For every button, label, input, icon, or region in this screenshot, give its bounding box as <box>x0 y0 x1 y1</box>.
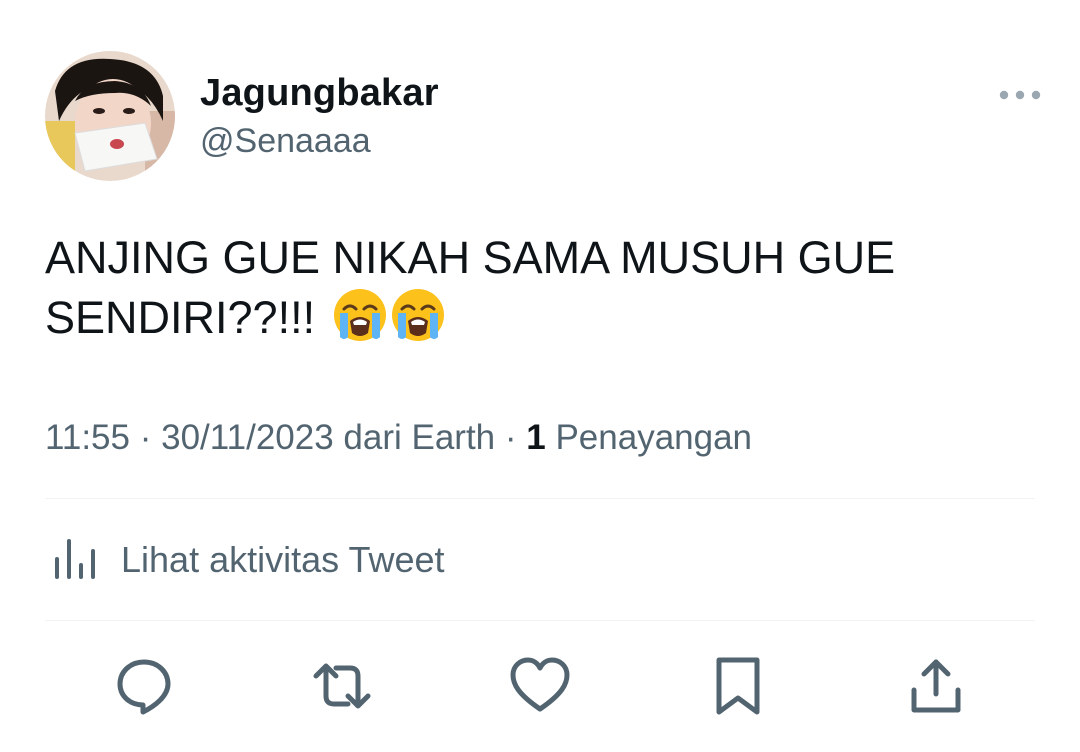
retweet-button[interactable] <box>310 654 374 718</box>
divider <box>45 620 1035 621</box>
share-icon <box>911 659 961 713</box>
loudly-crying-face-icon <box>332 287 388 357</box>
tweet-meta: 11:55 · 30/11/2023 dari Earth · 1 Penaya… <box>45 416 752 460</box>
divider <box>45 498 1035 499</box>
tweet-time[interactable]: 11:55 <box>45 418 130 457</box>
tweet-activity-label: Lihat aktivitas Tweet <box>121 539 445 580</box>
tweet-date[interactable]: 30/11/2023 <box>161 418 334 457</box>
tweet-body: ANJING GUE NIKAH SAMA MUSUH GUE SENDIRI?… <box>45 232 896 343</box>
tweet-source: dari Earth <box>333 418 496 457</box>
separator: · <box>130 418 162 457</box>
display-name[interactable]: Jagungbakar <box>200 70 439 116</box>
share-button[interactable] <box>904 654 968 718</box>
like-button[interactable] <box>508 654 572 718</box>
retweet-icon <box>313 663 371 709</box>
user-handle[interactable]: @Senaaaa <box>200 120 371 162</box>
profile-photo <box>45 51 175 181</box>
bookmark-icon <box>716 657 760 715</box>
tweet-text: ANJING GUE NIKAH SAMA MUSUH GUE SENDIRI?… <box>45 229 1035 357</box>
avatar[interactable] <box>45 51 175 181</box>
views-label: Penayangan <box>545 418 753 457</box>
more-options-button[interactable] <box>996 82 1044 108</box>
bar-chart-icon <box>53 535 97 586</box>
bookmark-button[interactable] <box>706 654 770 718</box>
tweet-activity-link[interactable]: Lihat aktivitas Tweet <box>45 535 445 585</box>
separator: · <box>495 418 527 457</box>
reply-icon <box>117 659 171 715</box>
views-count: 1 <box>526 418 546 457</box>
like-icon <box>510 657 570 712</box>
loudly-crying-face-icon <box>390 287 446 357</box>
more-icon <box>999 90 1041 100</box>
reply-button[interactable] <box>112 654 176 718</box>
